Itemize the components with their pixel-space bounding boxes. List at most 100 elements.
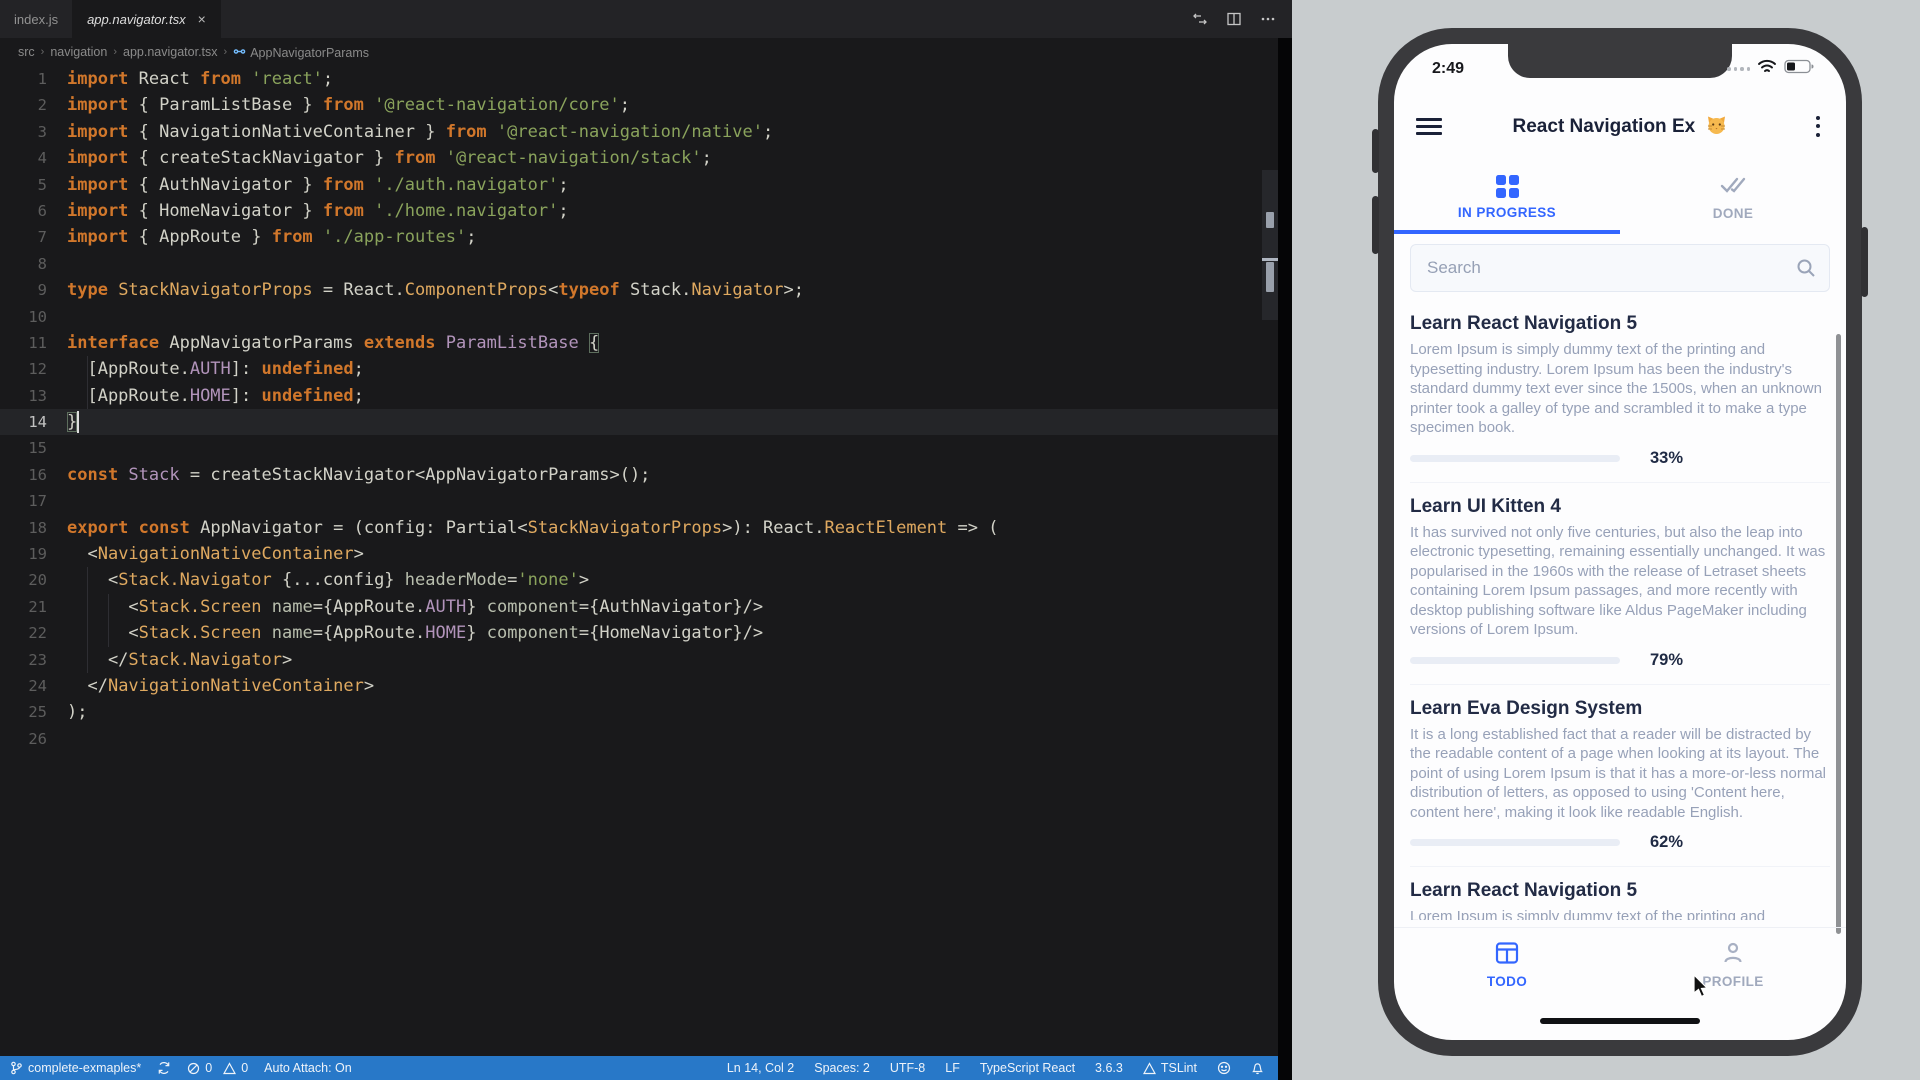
notifications-bell-icon[interactable] bbox=[1251, 1061, 1264, 1075]
line-number: 8 bbox=[0, 251, 47, 277]
code-line-16: 16const Stack = createStackNavigator<App… bbox=[0, 462, 1278, 488]
editor-scrollbar[interactable] bbox=[1262, 170, 1278, 320]
line-number: 15 bbox=[0, 435, 47, 461]
code-line-20: 20 <Stack.Navigator {...config} headerMo… bbox=[0, 567, 1278, 593]
code-line-11: 11interface AppNavigatorParams extends P… bbox=[0, 330, 1278, 356]
line-number: 9 bbox=[0, 277, 47, 303]
error-icon bbox=[187, 1062, 200, 1075]
todo-list[interactable]: Learn React Navigation 5 Lorem Ipsum is … bbox=[1410, 300, 1830, 920]
wifi-icon bbox=[1757, 59, 1777, 79]
line-number: 19 bbox=[0, 541, 47, 567]
phone-status-bar: 2:49 bbox=[1394, 44, 1846, 94]
code-line-6: 6import { HomeNavigator } from './home.n… bbox=[0, 198, 1278, 224]
power-button[interactable] bbox=[1861, 227, 1868, 297]
line-number: 7 bbox=[0, 224, 47, 250]
code-line-18: 18export const AppNavigator = (config: P… bbox=[0, 515, 1278, 541]
progress-percent: 62% bbox=[1650, 833, 1683, 852]
scrollbar-mark bbox=[1266, 262, 1274, 292]
tab-todo[interactable]: TODO bbox=[1394, 928, 1620, 1000]
close-icon[interactable]: × bbox=[198, 11, 206, 27]
line-number: 2 bbox=[0, 92, 47, 118]
todo-title: Learn React Navigation 5 bbox=[1410, 880, 1830, 902]
line-number: 11 bbox=[0, 330, 47, 356]
todo-item[interactable]: Learn UI Kitten 4 It has survived not on… bbox=[1410, 483, 1830, 685]
code-line-24: 24 </NavigationNativeContainer> bbox=[0, 673, 1278, 699]
todo-item[interactable]: Learn React Navigation 5 Lorem Ipsum is … bbox=[1410, 867, 1830, 920]
line-number: 6 bbox=[0, 198, 47, 224]
todo-item[interactable]: Learn React Navigation 5 Lorem Ipsum is … bbox=[1410, 300, 1830, 483]
encoding-item[interactable]: UTF-8 bbox=[890, 1061, 925, 1075]
code-line-26: 26 bbox=[0, 726, 1278, 752]
code-line-23: 23 </Stack.Navigator> bbox=[0, 647, 1278, 673]
line-number: 16 bbox=[0, 462, 47, 488]
code-line-14: 14} bbox=[0, 409, 1278, 435]
status-bar: complete-exmaples* 0 0 Auto Attach: bbox=[0, 1056, 1278, 1080]
line-number: 25 bbox=[0, 699, 47, 725]
code-line-13: 13 [AppRoute.HOME]: undefined; bbox=[0, 383, 1278, 409]
tab-done[interactable]: DONE bbox=[1620, 160, 1846, 234]
editor-actions bbox=[1176, 0, 1292, 38]
language-mode-item[interactable]: TypeScript React bbox=[980, 1061, 1075, 1075]
code-editor[interactable]: 1import React from 'react';2import { Par… bbox=[0, 66, 1278, 1056]
branch-icon bbox=[10, 1061, 23, 1075]
window-edge bbox=[1278, 38, 1292, 1080]
warning-icon bbox=[223, 1062, 236, 1075]
split-editor-icon[interactable] bbox=[1226, 11, 1242, 27]
search-input[interactable] bbox=[1425, 257, 1795, 279]
git-branch-item[interactable]: complete-exmaples* bbox=[10, 1061, 141, 1075]
todo-description: It is a long established fact that a rea… bbox=[1410, 725, 1830, 823]
editor-tab-bar: index.js app.navigator.tsx × bbox=[0, 0, 1292, 38]
code-line-22: 22 <Stack.Screen name={AppRoute.HOME} co… bbox=[0, 620, 1278, 646]
phone-screen: 2:49 bbox=[1394, 44, 1846, 1040]
code-line-9: 9type StackNavigatorProps = React.Compon… bbox=[0, 277, 1278, 303]
search-icon[interactable] bbox=[1795, 257, 1817, 279]
code-line-25: 25); bbox=[0, 699, 1278, 725]
bottom-tab-bar: TODO PROFILE bbox=[1394, 927, 1846, 1000]
breadcrumb-src[interactable]: src bbox=[18, 45, 35, 59]
mouse-cursor bbox=[1692, 974, 1710, 1005]
breadcrumb-navigation[interactable]: navigation bbox=[50, 45, 107, 59]
done-all-icon bbox=[1719, 174, 1747, 199]
tab-app-navigator-tsx[interactable]: app.navigator.tsx × bbox=[73, 0, 221, 38]
todo-item[interactable]: Learn Eva Design System It is a long est… bbox=[1410, 685, 1830, 868]
problems-item[interactable]: 0 0 bbox=[187, 1061, 248, 1075]
tslint-item[interactable]: TSLint bbox=[1143, 1061, 1197, 1075]
chevron-right-icon: › bbox=[224, 46, 228, 58]
progress-track bbox=[1410, 839, 1620, 846]
ts-version-item[interactable]: 3.6.3 bbox=[1095, 1061, 1123, 1075]
tab-profile[interactable]: PROFILE bbox=[1620, 928, 1846, 1000]
desktop-background: 2:49 bbox=[1292, 0, 1920, 1080]
chevron-right-icon: › bbox=[41, 46, 45, 58]
volume-up-button[interactable] bbox=[1372, 129, 1379, 173]
breadcrumb-symbol[interactable]: AppNavigatorParams bbox=[233, 44, 369, 60]
cursor-position-item[interactable]: Ln 14, Col 2 bbox=[727, 1061, 794, 1075]
line-number: 22 bbox=[0, 620, 47, 646]
list-scrollbar[interactable] bbox=[1836, 334, 1841, 934]
compare-changes-icon[interactable] bbox=[1192, 11, 1208, 27]
tab-in-progress[interactable]: IN PROGRESS bbox=[1394, 160, 1620, 234]
line-number: 26 bbox=[0, 726, 47, 752]
code-line-4: 4import { createStackNavigator } from '@… bbox=[0, 145, 1278, 171]
sync-icon bbox=[157, 1061, 171, 1075]
volume-down-button[interactable] bbox=[1372, 196, 1379, 254]
indentation-item[interactable]: Spaces: 2 bbox=[814, 1061, 870, 1075]
home-indicator[interactable] bbox=[1540, 1018, 1700, 1024]
todo-progress: 62% bbox=[1410, 833, 1830, 852]
line-number: 23 bbox=[0, 647, 47, 673]
todo-description: Lorem Ipsum is simply dummy text of the … bbox=[1410, 340, 1830, 438]
code-line-5: 5import { AuthNavigator } from './auth.n… bbox=[0, 172, 1278, 198]
todo-description: Lorem Ipsum is simply dummy text of the … bbox=[1410, 907, 1830, 920]
eol-item[interactable]: LF bbox=[945, 1061, 960, 1075]
cellular-signal-icon bbox=[1727, 67, 1750, 71]
phone-device-frame: 2:49 bbox=[1378, 28, 1862, 1056]
progress-percent: 79% bbox=[1650, 651, 1683, 670]
breadcrumb-file[interactable]: app.navigator.tsx bbox=[123, 45, 218, 59]
search-bar[interactable] bbox=[1410, 244, 1830, 292]
auto-attach-item[interactable]: Auto Attach: On bbox=[264, 1061, 352, 1075]
progress-track bbox=[1410, 657, 1620, 664]
line-number: 5 bbox=[0, 172, 47, 198]
feedback-smiley-icon[interactable] bbox=[1217, 1061, 1231, 1075]
sync-item[interactable] bbox=[157, 1061, 171, 1075]
more-actions-icon[interactable] bbox=[1260, 11, 1276, 27]
tab-index-js[interactable]: index.js bbox=[0, 0, 73, 38]
